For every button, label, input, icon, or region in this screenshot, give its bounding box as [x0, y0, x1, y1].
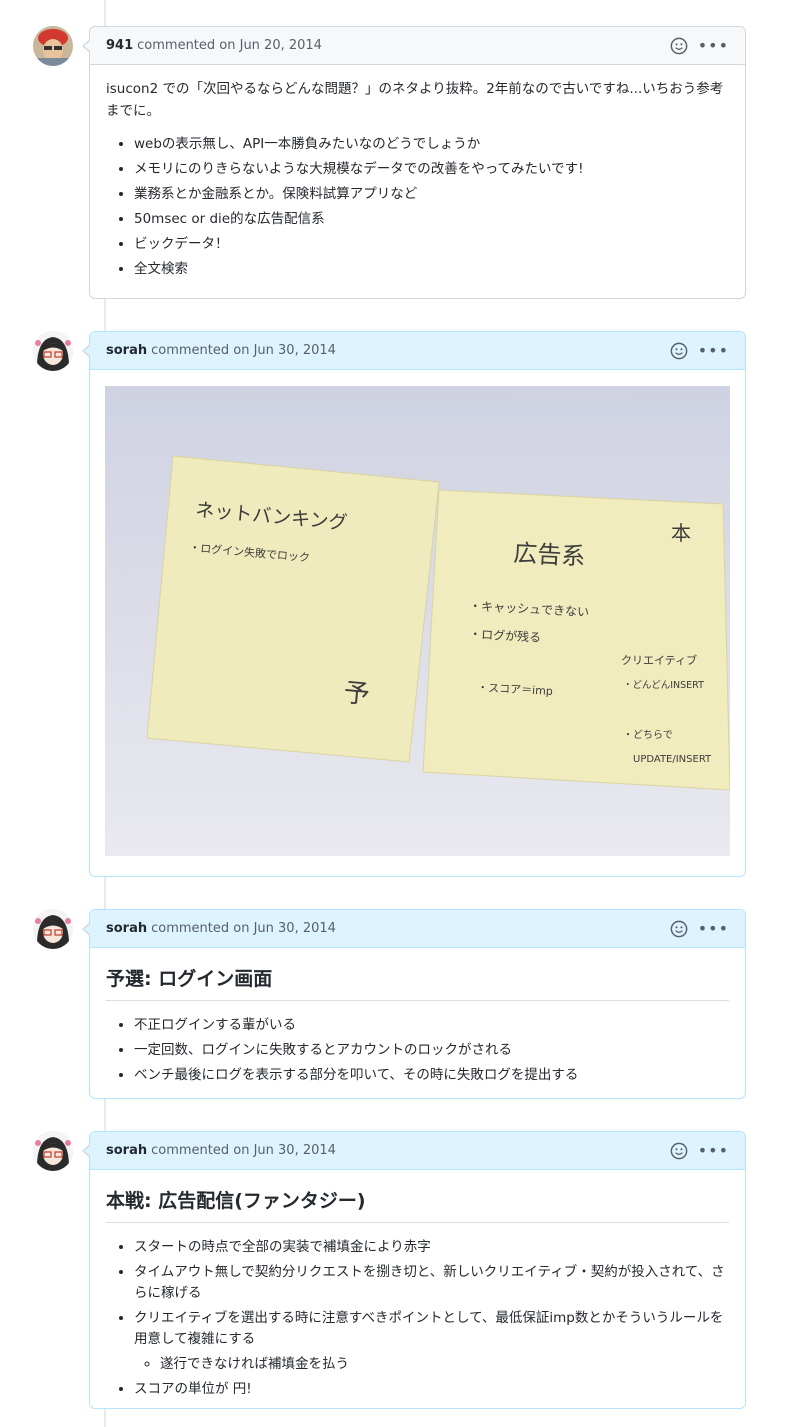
comment-body: ネットバンキング ・ログイン失敗でロック 予 広告系 本 ・キャッシュできない … [90, 370, 745, 856]
list-item: 不正ログインする輩がいる [134, 1015, 729, 1036]
comment-body: isucon2 での「次回やるならどんな問題？」のネタより抜粋。2年前なので古い… [90, 65, 745, 298]
comment-header: 941 commented on Jun 20, 2014 ••• [90, 27, 745, 65]
comment-author[interactable]: 941 [106, 38, 133, 53]
sticky-notes-photo[interactable]: ネットバンキング ・ログイン失敗でロック 予 広告系 本 ・キャッシュできない … [105, 386, 730, 856]
list-item: 50msec or die的な広告配信系 [134, 209, 729, 230]
list-item: webの表示無し、API一本勝負みたいなのどうでしょうか [134, 134, 729, 155]
comment-box: sorah commented on Jun 30, 2014 ••• 本戦: … [82, 1131, 746, 1409]
list-item: 業務系とか金融系とか。保険料試算アプリなど [134, 184, 729, 205]
note-right-side: UPDATE/INSERT [633, 754, 712, 765]
kebab-horizontal-icon[interactable]: ••• [698, 920, 729, 937]
note-left-mark: 予 [342, 678, 371, 710]
list-item: メモリにのりきらないような大規模なデータでの改善をやってみたいです! [134, 159, 729, 180]
comment-header: sorah commented on Jun 30, 2014 ••• [90, 1132, 745, 1170]
comment-intro: isucon2 での「次回やるならどんな問題？」のネタより抜粋。2年前なので古い… [106, 81, 724, 119]
list-item: クリエイティブを選出する時に注意すべきポイントとして、最低保証imp数とかそうい… [134, 1308, 729, 1375]
comment-body: 本戦: 広告配信(ファンタジー) スタートの時点で全部の実装で補填金により赤字 … [90, 1170, 745, 1418]
list-item-text: クリエイティブを選出する時に注意すべきポイントとして、最低保証imp数とかそうい… [134, 1310, 724, 1348]
comment-box: sorah commented on Jun 30, 2014 ••• ネットバ… [82, 331, 746, 877]
list-item: タイムアウト無しで契約分リクエストを捌き切と、新しいクリエイティブ・契約が投入さ… [134, 1262, 729, 1304]
comment-meta[interactable]: commented on Jun 20, 2014 [137, 38, 322, 53]
comment-author[interactable]: sorah [106, 343, 147, 358]
section-heading: 本戦: 広告配信(ファンタジー) [106, 1186, 729, 1224]
note-right-side: クリエイティブ [621, 653, 697, 667]
comment-list: 不正ログインする輩がいる 一定回数、ログインに失敗するとアカウントのロックがされ… [106, 1015, 729, 1086]
comment-header: sorah commented on Jun 30, 2014 ••• [90, 332, 745, 370]
smiley-icon[interactable] [670, 1142, 688, 1160]
comment-author[interactable]: sorah [106, 1143, 147, 1158]
kebab-horizontal-icon[interactable]: ••• [698, 1142, 729, 1159]
comment-meta[interactable]: commented on Jun 30, 2014 [151, 343, 336, 358]
avatar-sorah[interactable] [33, 909, 73, 949]
list-item: スコアの単位が 円! [134, 1379, 729, 1400]
note-right-side: ・どんどんINSERT [623, 680, 704, 691]
comment-list: スタートの時点で全部の実装で補填金により赤字 タイムアウト無しで契約分リクエスト… [106, 1237, 729, 1399]
smiley-icon[interactable] [670, 920, 688, 938]
avatar-sorah[interactable] [33, 1131, 73, 1171]
smiley-icon[interactable] [670, 37, 688, 55]
avatar-sorah[interactable] [33, 331, 73, 371]
comment-box: 941 commented on Jun 20, 2014 ••• isucon… [82, 26, 746, 299]
note-right-side: ・どちらで [623, 729, 673, 741]
comment-meta[interactable]: commented on Jun 30, 2014 [151, 921, 336, 936]
comment-body: 予選: ログイン画面 不正ログインする輩がいる 一定回数、ログインに失敗するとア… [90, 948, 745, 1104]
list-item: スタートの時点で全部の実装で補填金により赤字 [134, 1237, 729, 1258]
note-right-title: 広告系 [513, 539, 586, 571]
list-item: 全文検索 [134, 259, 729, 280]
section-heading: 予選: ログイン画面 [106, 964, 729, 1002]
comment-meta[interactable]: commented on Jun 30, 2014 [151, 1143, 336, 1158]
avatar-941[interactable] [33, 26, 73, 66]
list-item: ビックデータ！ [134, 234, 729, 255]
comment-author[interactable]: sorah [106, 921, 147, 936]
smiley-icon[interactable] [670, 342, 688, 360]
comment-list: webの表示無し、API一本勝負みたいなのどうでしょうか メモリにのりきらないよ… [106, 134, 729, 280]
kebab-horizontal-icon[interactable]: ••• [698, 342, 729, 359]
list-item: ベンチ最後にログを表示する部分を叩いて、その時に失敗ログを提出する [134, 1065, 729, 1086]
note-right-star: 本 [671, 521, 691, 545]
nested-list: 遂行できなければ補填金を払う [134, 1354, 729, 1375]
comment-box: sorah commented on Jun 30, 2014 ••• 予選: … [82, 909, 746, 1099]
comment-header: sorah commented on Jun 30, 2014 ••• [90, 910, 745, 948]
list-item: 一定回数、ログインに失敗するとアカウントのロックがされる [134, 1040, 729, 1061]
kebab-horizontal-icon[interactable]: ••• [698, 37, 729, 54]
nested-list-item: 遂行できなければ補填金を払う [160, 1354, 729, 1375]
